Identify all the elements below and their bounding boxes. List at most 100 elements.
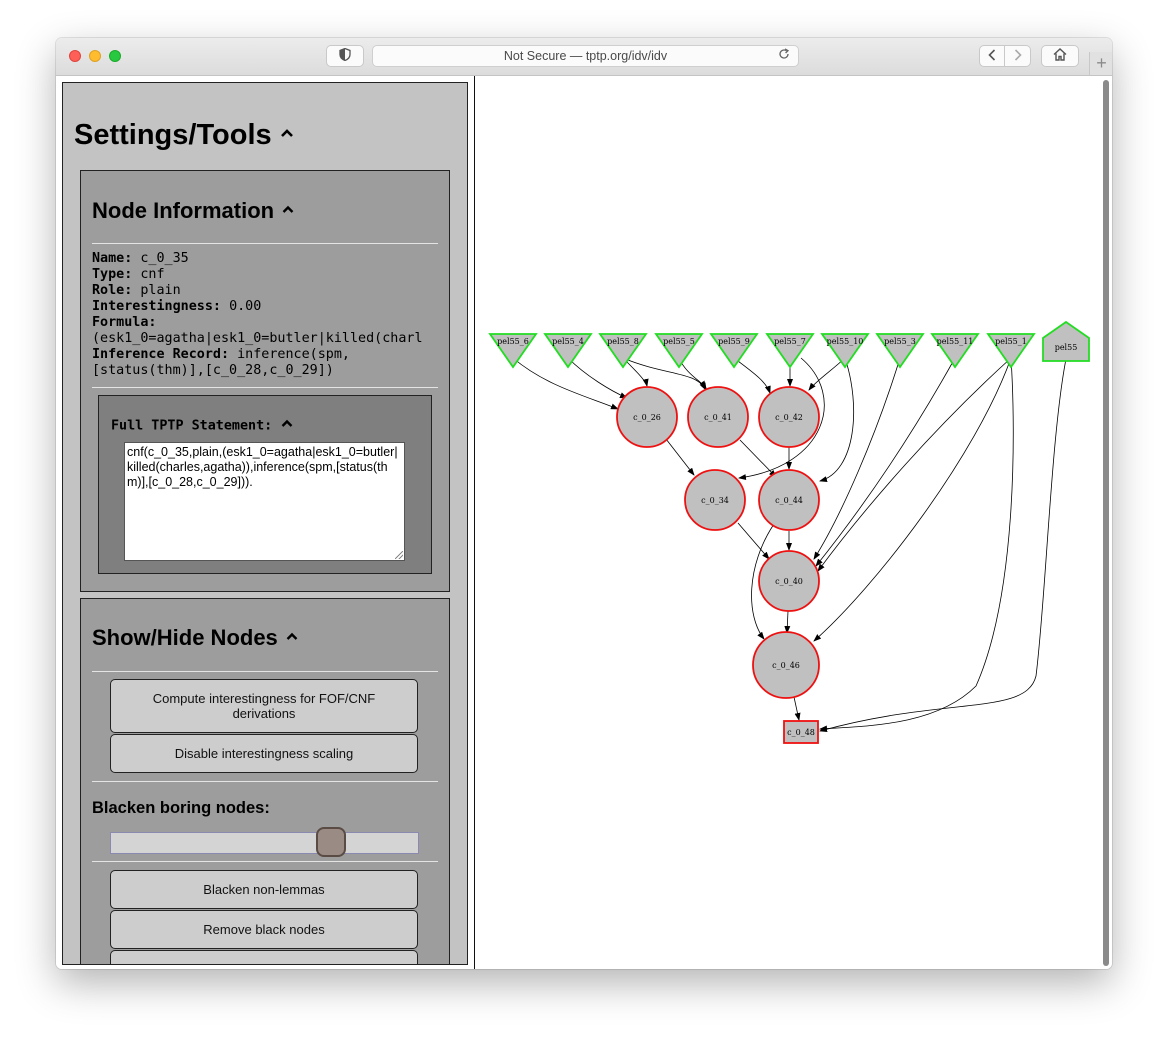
edge-pel55_1a — [817, 357, 1012, 572]
show-hide-title[interactable]: Show/Hide Nodes — [92, 625, 298, 651]
c_0_34-label: c_0_34 — [701, 496, 729, 505]
node-pel55_4[interactable]: pel55_4 — [543, 333, 593, 369]
node-c_0_40[interactable]: c_0_40 — [758, 550, 820, 612]
settings-title-text: Settings/Tools — [74, 119, 272, 151]
home-button[interactable] — [1041, 45, 1079, 67]
node-pel55_1[interactable]: pel55_1 — [986, 333, 1036, 369]
edge-pel55_1c — [819, 357, 1014, 732]
url-text: Not Secure — tptp.org/idv/idv — [503, 49, 668, 63]
edge-pel55_8b — [622, 357, 707, 391]
node-pel55_6[interactable]: pel55_6 — [488, 333, 538, 369]
node-c_0_41[interactable]: c_0_41 — [687, 386, 749, 448]
resize-handle[interactable] — [395, 551, 403, 559]
chevron-up-icon[interactable] — [280, 125, 294, 143]
compute-interestingness-button[interactable]: Compute interestingness for FOF/CNF deri… — [110, 679, 418, 733]
pel55_11-label: pel55_11 — [937, 337, 974, 346]
node-pel55_7[interactable]: pel55_7 — [765, 333, 815, 369]
pel55_5-label: pel55_5 — [663, 337, 695, 346]
pel55_8-label: pel55_8 — [607, 337, 639, 346]
node-pel55_10[interactable]: pel55_10 — [820, 333, 870, 369]
edge-c_0_41 — [739, 439, 777, 478]
node-pel55_5[interactable]: pel55_5 — [654, 333, 704, 369]
remove-black-nodes-button[interactable]: Remove black nodes — [110, 910, 418, 949]
edge-pel55_9 — [733, 357, 771, 394]
blacken-non-lemmas-button[interactable]: Blacken non-lemmas — [110, 870, 418, 909]
disable-scaling-button[interactable]: Disable interestingness scaling — [110, 734, 418, 773]
page-content: Settings/Tools Node Information Name: c_… — [56, 76, 1112, 969]
interestingness-value: 0.00 — [229, 299, 262, 314]
node-pel55_9[interactable]: pel55_9 — [709, 333, 759, 369]
title-bar: Not Secure — tptp.org/idv/idv + — [56, 38, 1112, 76]
name-label: Name: — [92, 251, 133, 266]
type-label: Type: — [92, 267, 133, 282]
slider-handle[interactable] — [316, 827, 346, 857]
full-tptp-title-text: Full TPTP Statement: — [111, 418, 273, 434]
pel55_10-label: pel55_10 — [827, 337, 864, 346]
blacken-boring-slider[interactable] — [110, 827, 419, 857]
node-information-title[interactable]: Node Information — [92, 198, 294, 224]
chevron-up-icon[interactable] — [281, 413, 293, 432]
pel55_6-label: pel55_6 — [497, 337, 529, 346]
divider — [92, 781, 438, 782]
node-c_0_26[interactable]: c_0_26 — [616, 386, 678, 448]
show-hide-section: Show/Hide Nodes Compute interestingness … — [80, 598, 450, 964]
divider — [92, 671, 438, 672]
node-pel55_3[interactable]: pel55_3 — [875, 333, 925, 369]
node-pel55_11[interactable]: pel55_11 — [930, 333, 980, 369]
node-pel55[interactable]: pel55 — [1042, 320, 1090, 362]
type-value: cnf — [140, 267, 165, 282]
pel55_1-label: pel55_1 — [995, 337, 1027, 346]
home-icon — [1053, 48, 1067, 64]
name-value: c_0_35 — [140, 251, 189, 266]
chevron-up-icon[interactable] — [286, 628, 298, 646]
edge-c_0_40 — [784, 610, 791, 634]
forward-button[interactable] — [1005, 45, 1031, 67]
vertical-scrollbar[interactable] — [1103, 80, 1109, 966]
settings-title[interactable]: Settings/Tools — [74, 119, 294, 152]
compute-interestingness-label: Compute interestingness for FOF/CNF deri… — [152, 691, 376, 721]
pel55_3-label: pel55_3 — [884, 337, 916, 346]
c_0_42-label: c_0_42 — [775, 413, 803, 422]
zoom-window-button[interactable] — [109, 50, 121, 62]
node-pel55_8[interactable]: pel55_8 — [598, 333, 648, 369]
panel-divider — [474, 76, 475, 969]
pel55-label: pel55 — [1055, 343, 1078, 352]
full-tptp-title[interactable]: Full TPTP Statement: — [111, 416, 293, 435]
chevron-up-icon[interactable] — [282, 201, 294, 219]
node-c_0_44[interactable]: c_0_44 — [758, 469, 820, 531]
c_0_26-label: c_0_26 — [633, 413, 661, 422]
formula-value: (esk1_0=agatha|esk1_0=butler|killed(char… — [92, 331, 423, 346]
edge-pel55_3 — [813, 357, 901, 560]
graph-nodes: pel55_6 pel55_4 pel55_8 pel55_5 pel55_9 pel55… — [488, 320, 1090, 744]
blacken-boring-label: Blacken boring nodes: — [92, 799, 270, 817]
role-value: plain — [140, 283, 181, 298]
divider — [92, 387, 438, 388]
edge-c_0_46 — [793, 696, 801, 721]
new-tab-button[interactable]: + — [1089, 52, 1112, 75]
node-c_0_48[interactable]: c_0_48 — [783, 720, 819, 744]
edge-pel55_4 — [567, 357, 628, 399]
edge-pel55_11 — [815, 357, 956, 567]
pel55_9-label: pel55_9 — [718, 337, 750, 346]
inference-value-line2: [status(thm)],[c_0_28,c_0_29]) — [92, 363, 334, 378]
divider — [92, 243, 438, 244]
node-c_0_42[interactable]: c_0_42 — [758, 386, 820, 448]
reload-icon[interactable] — [778, 47, 790, 63]
back-button[interactable] — [979, 45, 1005, 67]
role-label: Role: — [92, 283, 133, 298]
next-action-button[interactable] — [110, 950, 418, 964]
node-c_0_34[interactable]: c_0_34 — [684, 469, 746, 531]
node-c_0_46[interactable]: c_0_46 — [752, 631, 820, 699]
pel55-shape — [1042, 320, 1090, 362]
edge-pel55_10b — [819, 357, 854, 483]
minimize-window-button[interactable] — [89, 50, 101, 62]
derivation-graph[interactable]: pel55_6 pel55_4 pel55_8 pel55_5 pel55_9 pel55… — [476, 76, 1102, 969]
sidebar-toggle-button[interactable] — [326, 45, 364, 67]
close-window-button[interactable] — [69, 50, 81, 62]
inference-value-line1: inference(spm, — [237, 347, 350, 362]
tptp-statement-textarea[interactable]: cnf(c_0_35,plain,(esk1_0=agatha|esk1_0=b… — [124, 442, 405, 561]
address-bar[interactable]: Not Secure — tptp.org/idv/idv — [372, 45, 799, 67]
c_0_41-label: c_0_41 — [704, 413, 732, 422]
edge-pel55_6 — [512, 357, 619, 410]
edge-pel55_1b — [813, 357, 1012, 642]
